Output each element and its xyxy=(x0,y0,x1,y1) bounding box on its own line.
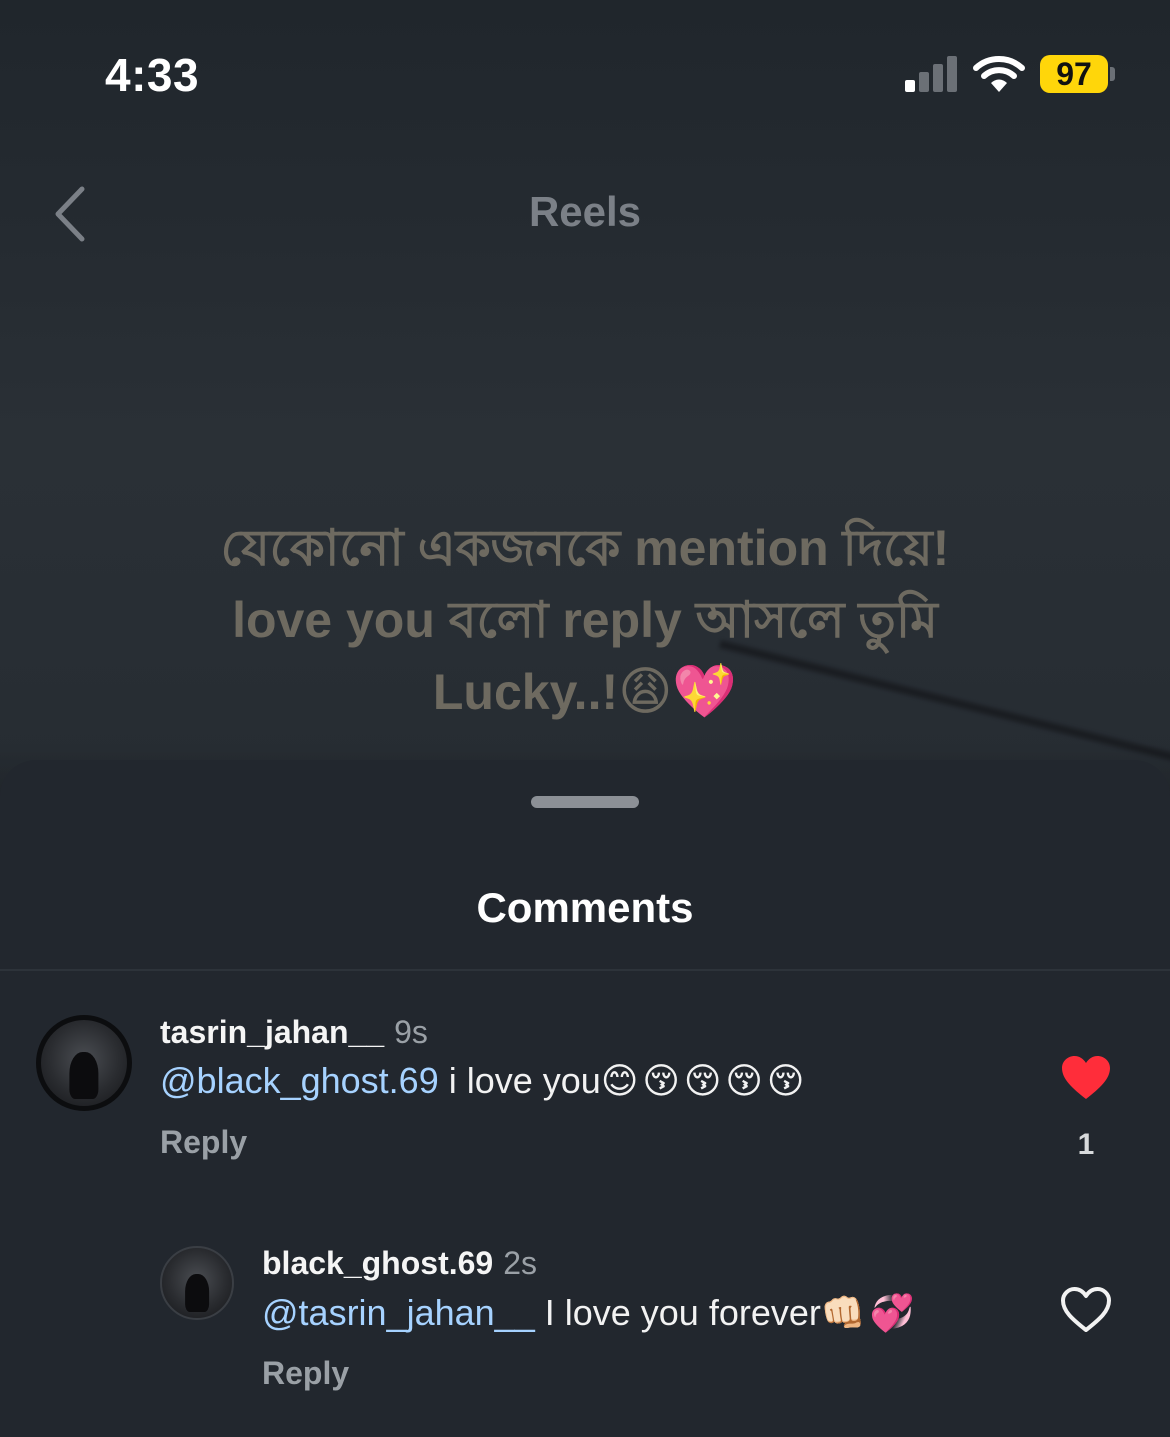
battery-indicator: 97 xyxy=(1040,55,1108,93)
reply-button[interactable]: Reply xyxy=(160,1124,247,1161)
page-title: Reels xyxy=(528,188,642,235)
comment-text: @tasrin_jahan__ I love you forever👊🏻💞 xyxy=(262,1292,919,1334)
comment-emoji: 😊😚😚😚😚 xyxy=(600,1060,809,1101)
like-count: 1 xyxy=(1077,1128,1095,1161)
battery-nub xyxy=(1110,67,1115,81)
comment-username[interactable]: black_ghost.69 2s xyxy=(262,1245,537,1282)
sheet-title: Comments xyxy=(476,884,694,931)
comment-body: i love you xyxy=(438,1060,601,1101)
signal-icon xyxy=(905,56,961,92)
avatar[interactable] xyxy=(160,1246,234,1320)
comment-username-text[interactable]: tasrin_jahan__ xyxy=(160,1014,384,1050)
comment-emoji: 👊🏻💞 xyxy=(820,1292,919,1333)
caption-line-3: Lucky..!😩💖 xyxy=(100,656,1070,728)
heart-outline-icon[interactable] xyxy=(1060,1286,1112,1334)
reply-button[interactable]: Reply xyxy=(262,1355,349,1392)
caption-line-1: যেকোনো একজনকে mention দিয়ে! xyxy=(220,520,950,576)
status-bar: 4:33 97 xyxy=(0,0,1170,150)
avatar[interactable] xyxy=(36,1015,132,1111)
heart-filled-icon[interactable] xyxy=(1060,1054,1112,1102)
comment-username-text[interactable]: black_ghost.69 xyxy=(262,1245,493,1281)
comment-text: @black_ghost.69 i love you😊😚😚😚😚 xyxy=(160,1060,808,1102)
comment-body: I love you forever xyxy=(534,1292,821,1333)
sheet-divider xyxy=(0,969,1170,971)
caption-line-3-text: Lucky..! xyxy=(432,664,619,720)
caption-line-2: love you বলো reply আসলে তুমি xyxy=(232,592,938,648)
sheet-grabber[interactable] xyxy=(531,796,639,808)
reel-caption: যেকোনো একজনকে mention দিয়ে! love you বল… xyxy=(100,512,1070,728)
comment-time: 9s xyxy=(394,1014,428,1050)
status-time: 4:33 xyxy=(105,49,200,101)
comment-time: 2s xyxy=(503,1245,537,1281)
comment-mention[interactable]: @black_ghost.69 xyxy=(160,1060,439,1101)
wifi-icon xyxy=(973,56,1025,92)
comment-username[interactable]: tasrin_jahan__ 9s xyxy=(160,1014,428,1051)
comment-mention[interactable]: @tasrin_jahan__ xyxy=(262,1292,535,1333)
caption-emoji: 😩💖 xyxy=(618,663,738,721)
